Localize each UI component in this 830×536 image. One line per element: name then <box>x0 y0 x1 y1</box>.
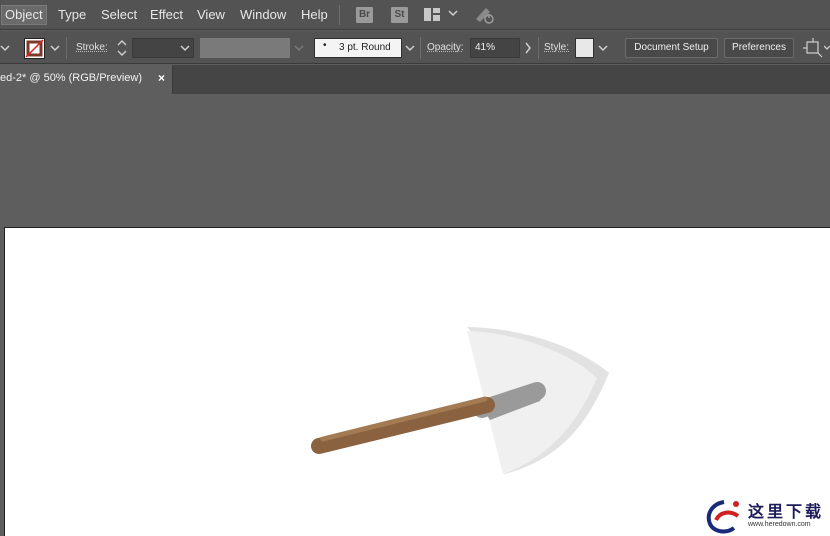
chevron-down-icon[interactable] <box>598 43 608 53</box>
control-bar: Stroke: • 3 pt. Round Opacity: 41% Style… <box>0 31 830 64</box>
graphic-style-swatch[interactable] <box>575 38 594 58</box>
workspace-layout-icon[interactable] <box>424 8 440 21</box>
chevron-down-icon[interactable] <box>50 43 60 53</box>
menu-divider <box>339 5 340 25</box>
stroke-stepper-icon[interactable] <box>116 38 128 58</box>
transform-options-icon[interactable] <box>803 38 823 58</box>
menu-bar: Object Type Select Effect View Window He… <box>0 0 830 30</box>
menu-effect[interactable]: Effect <box>147 6 186 24</box>
chevron-down-icon[interactable] <box>180 43 190 53</box>
shovel-illustration[interactable] <box>5 228 830 536</box>
menu-view[interactable]: View <box>194 6 228 24</box>
brush-definition-field[interactable]: • 3 pt. Round <box>314 38 402 58</box>
watermark-logo: 这里下载 www.heredown.com <box>702 494 830 536</box>
watermark-text: 这里下载 <box>748 502 825 521</box>
toolbar-divider <box>538 37 539 59</box>
chevron-down-icon[interactable] <box>824 43 830 53</box>
chevron-down-icon[interactable] <box>0 43 10 53</box>
document-setup-button[interactable]: Document Setup <box>625 38 718 58</box>
variable-width-profile[interactable] <box>200 38 290 58</box>
pasteboard[interactable] <box>0 94 830 227</box>
artboard[interactable] <box>4 227 830 536</box>
opacity-label[interactable]: Opacity: <box>427 42 464 53</box>
style-label[interactable]: Style: <box>544 42 569 53</box>
document-tab[interactable]: ed-2* @ 50% (RGB/Preview) × <box>0 65 173 94</box>
brush-definition-value: 3 pt. Round <box>339 42 391 53</box>
chevron-down-icon <box>294 45 304 52</box>
gpu-performance-icon[interactable] <box>474 5 496 25</box>
opacity-field[interactable]: 41% <box>470 38 520 58</box>
bridge-icon[interactable]: Br <box>356 7 373 23</box>
chevron-right-icon[interactable] <box>524 42 532 54</box>
toolbar-divider <box>420 37 421 59</box>
stroke-swatch[interactable] <box>24 38 45 59</box>
preferences-button[interactable]: Preferences <box>724 38 794 58</box>
menu-help[interactable]: Help <box>298 6 331 24</box>
opacity-value: 41% <box>475 42 496 53</box>
shovel-handle[interactable] <box>311 397 495 454</box>
document-tab-title: ed-2* @ 50% (RGB/Preview) <box>0 72 142 84</box>
watermark-swirl-icon <box>706 500 740 534</box>
stock-icon[interactable]: St <box>391 7 408 23</box>
no-stroke-icon <box>25 39 44 58</box>
menu-type[interactable]: Type <box>55 6 89 24</box>
menu-object[interactable]: Object <box>1 5 47 25</box>
watermark-url: www.heredown.com <box>748 521 811 528</box>
brush-dot-icon: • <box>323 40 327 51</box>
toolbar-divider <box>66 37 67 59</box>
document-tab-bar: ed-2* @ 50% (RGB/Preview) × <box>0 65 830 94</box>
chevron-down-icon[interactable] <box>405 43 415 53</box>
chevron-down-icon[interactable] <box>448 10 458 18</box>
menu-window[interactable]: Window <box>237 6 289 24</box>
stroke-label[interactable]: Stroke: <box>76 42 108 53</box>
menu-select[interactable]: Select <box>98 6 140 24</box>
close-icon[interactable]: × <box>158 71 165 85</box>
